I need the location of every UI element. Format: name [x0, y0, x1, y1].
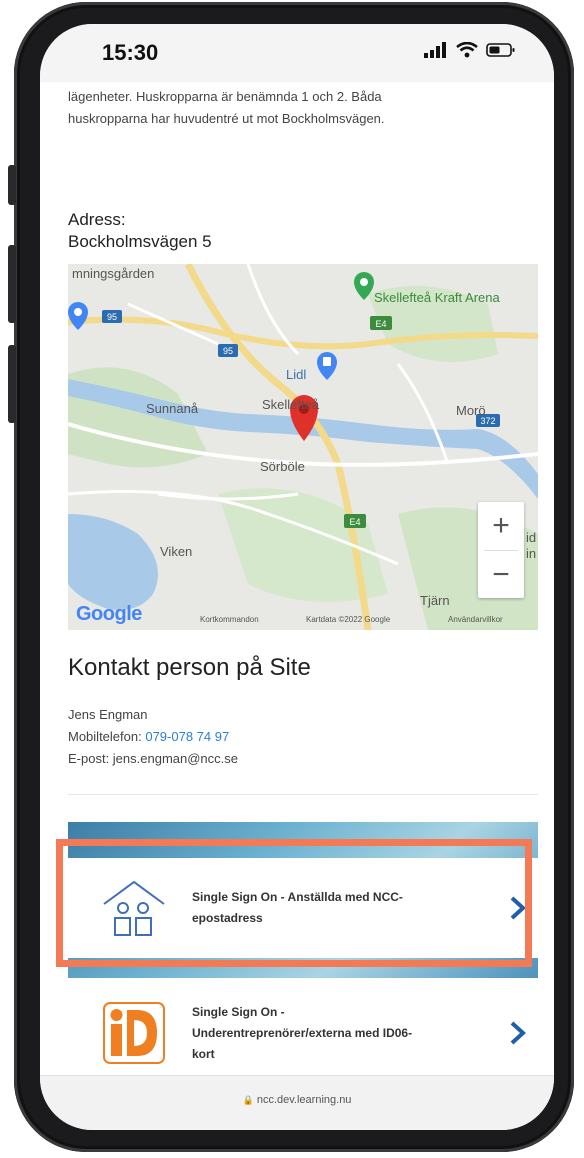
map-label-top-left: mningsgården	[72, 266, 155, 281]
sso-external-label: Single Sign On - Underentreprenörer/exte…	[192, 1002, 498, 1065]
status-bar: 15:30	[40, 24, 554, 82]
intro-line-2: huskropparna har huvudentré ut mot Bockh…	[68, 111, 385, 126]
status-time: 15:30	[102, 40, 159, 65]
lock-icon: 🔒	[242, 1095, 254, 1105]
url-text: ncc.dev.learning.nu	[256, 1094, 352, 1106]
svg-text:95: 95	[107, 312, 117, 322]
svg-text:E4: E4	[349, 517, 360, 527]
id06-logo-icon	[94, 1002, 174, 1064]
contact-heading: Kontakt person på Site	[68, 654, 311, 681]
map-label-viken: Viken	[160, 544, 193, 559]
mute-switch	[8, 165, 16, 205]
map-data-attribution: Kartdata ©2022 Google	[306, 615, 391, 624]
intro-line-1: lägenheter. Huskropparna är benämnda 1 o…	[68, 89, 382, 104]
map[interactable]: E4 95 95 372 E4 mningsgården Skellefteå …	[68, 264, 538, 630]
road-badge-left: 95	[102, 310, 122, 323]
contact-mobile-label: Mobiltelefon:	[68, 729, 142, 744]
address-block: Adress: Bockholmsvägen 5	[68, 209, 212, 253]
status-icons	[424, 42, 516, 58]
address-label: Adress:	[68, 210, 126, 229]
sso-external-label-line-2: Underentreprenörer/externa med ID06-	[192, 1025, 413, 1040]
intro-text: lägenheter. Huskropparna är benämnda 1 o…	[68, 86, 518, 130]
map-label-edge-in: in	[526, 546, 537, 561]
sso-employees-label: Single Sign On - Anställda med NCC- epos…	[192, 887, 498, 929]
map-footer: Google Kortkommandon Kartdata ©2022 Goog…	[68, 603, 538, 630]
phone-frame: 15:30 lägenheter. Huskropparna är benämn…	[0, 0, 584, 1158]
road-badge-95: 95	[218, 344, 238, 357]
map-label-edge-id: id	[526, 530, 537, 545]
map-canvas: E4 95 95 372 E4	[68, 264, 538, 630]
section-divider	[68, 794, 538, 795]
sso-external-label-line-1: Single Sign On -	[192, 1004, 285, 1019]
sso-employees-label-line-1: Single Sign On - Anställda med NCC-	[192, 890, 403, 904]
sso-employees-button[interactable]: Single Sign On - Anställda med NCC- epos…	[68, 858, 538, 958]
contact-mobile-link[interactable]: 079-078 74 97	[145, 729, 229, 744]
map-terms-link[interactable]: Användarvillkor	[448, 615, 503, 624]
sso-external-label-line-3: kort	[192, 1046, 215, 1061]
svg-text:E4: E4	[375, 319, 386, 329]
sso-external-button[interactable]: Single Sign On - Underentreprenörer/exte…	[68, 978, 538, 1088]
zoom-in-button[interactable]: +	[478, 502, 524, 550]
road-badge-e4-top: E4	[370, 316, 392, 330]
google-logo[interactable]: Google	[76, 603, 142, 626]
contact-details: Jens Engman Mobiltelefon: 079-078 74 97 …	[68, 704, 238, 770]
contact-mobile-row: Mobiltelefon: 079-078 74 97	[68, 726, 238, 748]
contact-email: E-post: jens.engman@ncc.se	[68, 751, 239, 766]
map-keyboard-shortcuts-link[interactable]: Kortkommandon	[200, 615, 259, 624]
map-label-lidl: Lidl	[286, 367, 307, 382]
house-people-icon	[94, 878, 174, 938]
login-options-panel: Single Sign On - Anställda med NCC- epos…	[68, 822, 538, 1092]
map-label-tjarn: Tjärn	[420, 593, 450, 608]
battery-icon	[486, 43, 515, 57]
map-label-sunnana: Sunnanå	[146, 401, 199, 416]
phone-screen: 15:30 lägenheter. Huskropparna är benämn…	[40, 24, 554, 1130]
map-zoom-control: + −	[478, 502, 524, 598]
map-label-arena: Skellefteå Kraft Arena	[374, 290, 500, 305]
road-badge-e4-bottom: E4	[344, 514, 366, 528]
zoom-out-button[interactable]: −	[478, 551, 524, 599]
wifi-icon	[456, 42, 478, 58]
chevron-right-icon	[498, 1020, 538, 1046]
map-label-city: Skellefteå	[262, 397, 320, 412]
volume-down-button	[8, 345, 16, 423]
svg-text:95: 95	[223, 346, 233, 356]
sso-employees-label-line-2: epostadress	[192, 911, 263, 925]
contact-name: Jens Engman	[68, 707, 148, 722]
map-label-moro: Morö	[456, 403, 486, 418]
browser-url-bar[interactable]: 🔒 ncc.dev.learning.nu	[40, 1075, 554, 1130]
address-value: Bockholmsvägen 5	[68, 232, 212, 251]
signal-icon	[424, 42, 446, 58]
map-label-sorbole: Sörböle	[260, 459, 305, 474]
volume-up-button	[8, 245, 16, 323]
chevron-right-icon	[498, 895, 538, 921]
